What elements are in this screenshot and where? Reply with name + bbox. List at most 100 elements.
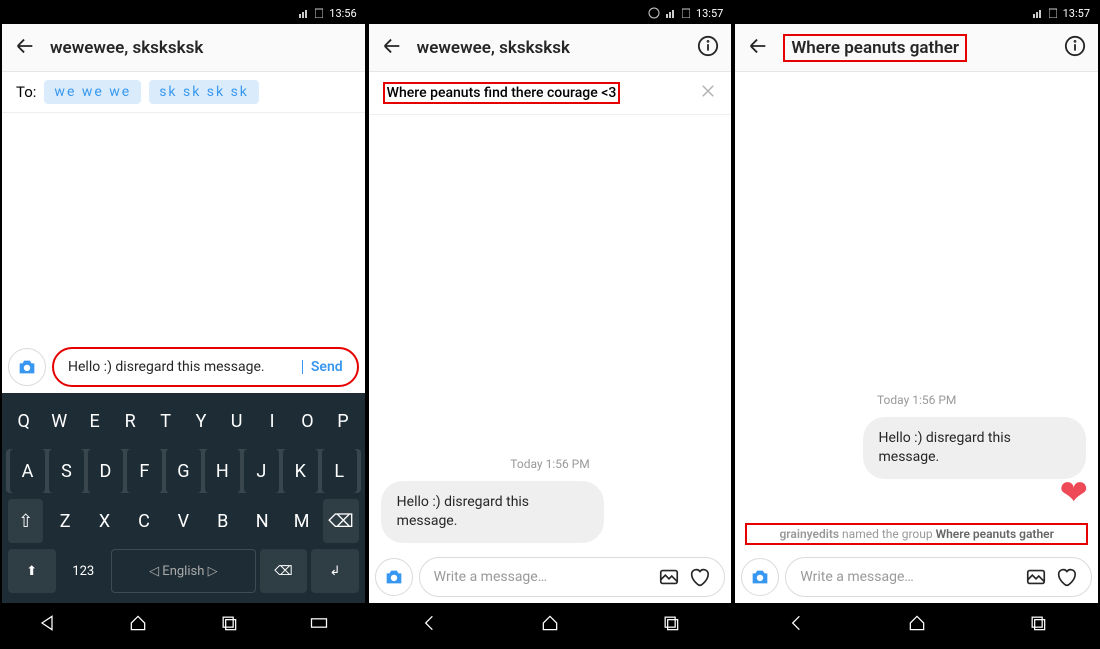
- app-header: wewewee, sksksksk: [2, 24, 365, 72]
- recipient-chip[interactable]: we we we: [44, 80, 141, 104]
- chat-body: Today 1:56 PM Hello :) disregard this me…: [735, 72, 1098, 551]
- backspace-key[interactable]: ⌫: [323, 499, 358, 543]
- camera-button[interactable]: [375, 558, 413, 596]
- compose-bar: Write a message…: [735, 551, 1098, 603]
- key[interactable]: C: [126, 499, 161, 543]
- battery-icon: [1049, 8, 1057, 18]
- message-input[interactable]: Write a message…: [785, 557, 1092, 597]
- key[interactable]: T: [150, 399, 181, 443]
- camera-icon: [16, 356, 38, 378]
- message-bubble[interactable]: Hello :) disregard this message.: [381, 481, 605, 543]
- nav-recent-button[interactable]: [219, 613, 239, 637]
- key[interactable]: R: [114, 399, 145, 443]
- key[interactable]: G: [166, 449, 201, 493]
- status-bar: 13:57: [369, 2, 732, 24]
- key[interactable]: D: [88, 449, 123, 493]
- signal-icon: [666, 8, 676, 18]
- system-group-name: Where peanuts gather: [936, 527, 1054, 541]
- input-placeholder: Write a message…: [434, 569, 547, 585]
- battery-icon: [315, 8, 323, 18]
- compose-bar: Write a message…: [369, 551, 732, 603]
- clock: 13:56: [329, 7, 356, 20]
- key[interactable]: Z: [47, 499, 82, 543]
- gallery-button[interactable]: [658, 566, 680, 588]
- numeric-key[interactable]: 123: [60, 549, 108, 593]
- battery-icon: [682, 8, 690, 18]
- like-button[interactable]: [1055, 566, 1077, 588]
- info-button[interactable]: [697, 35, 719, 61]
- nav-keyboard-button[interactable]: [309, 613, 329, 637]
- nav-home-button[interactable]: [540, 613, 560, 637]
- enter-key[interactable]: ↲: [311, 549, 359, 593]
- system-user: grainyedits: [779, 527, 839, 541]
- message-bubble[interactable]: Hello :) disregard this message.: [863, 417, 1087, 479]
- clock: 13:57: [696, 7, 723, 20]
- virtual-keyboard[interactable]: Q W E R T Y U I O P A S D F G H J K L: [2, 393, 365, 603]
- camera-button[interactable]: [8, 348, 46, 386]
- backspace-key[interactable]: ⌫: [260, 549, 308, 593]
- key[interactable]: M: [284, 499, 319, 543]
- key[interactable]: E: [79, 399, 110, 443]
- screen-compose: 13:56 wewewee, sksksksk To: we we we sk …: [0, 0, 367, 649]
- spacebar[interactable]: ◁ English ▷: [111, 549, 256, 593]
- heart-reaction-icon[interactable]: ❤: [1060, 473, 1089, 513]
- chat-body-empty: [2, 113, 365, 341]
- screen-name-group: 13:57 wewewee, sksksksk Where peanuts fi…: [367, 0, 734, 649]
- key[interactable]: B: [205, 499, 240, 543]
- key[interactable]: Y: [185, 399, 216, 443]
- header-title: Where peanuts gather: [783, 34, 967, 62]
- to-label: To:: [16, 83, 36, 101]
- key[interactable]: N: [244, 499, 279, 543]
- back-button[interactable]: [14, 35, 36, 61]
- key[interactable]: I: [256, 399, 287, 443]
- message-input[interactable]: Write a message…: [419, 557, 726, 597]
- nav-recent-button[interactable]: [661, 613, 681, 637]
- like-button[interactable]: [688, 566, 710, 588]
- app-header: wewewee, sksksksk: [369, 24, 732, 72]
- typed-text: Hello :) disregard this message.: [68, 359, 292, 375]
- signal-icon: [1033, 8, 1043, 18]
- nav-back-button[interactable]: [419, 613, 439, 637]
- key[interactable]: Q: [8, 399, 39, 443]
- send-button[interactable]: Send: [311, 359, 343, 375]
- timestamp: Today 1:56 PM: [369, 447, 732, 481]
- group-name-input[interactable]: Where peanuts find there courage <3: [383, 82, 621, 104]
- camera-icon: [749, 566, 771, 588]
- recipient-chip[interactable]: sk sk sk sk: [149, 80, 259, 104]
- nav-back-button[interactable]: [37, 613, 57, 637]
- status-bar: 13:57: [735, 2, 1098, 24]
- key[interactable]: L: [322, 449, 357, 493]
- nav-home-button[interactable]: [907, 613, 927, 637]
- gallery-button[interactable]: [1025, 566, 1047, 588]
- key[interactable]: K: [283, 449, 318, 493]
- nav-recent-button[interactable]: [1028, 613, 1048, 637]
- clear-name-button[interactable]: [699, 82, 717, 104]
- group-name-input-row: Where peanuts find there courage <3: [369, 72, 732, 115]
- chat-body: Today 1:56 PM Hello :) disregard this me…: [369, 115, 732, 551]
- key[interactable]: U: [221, 399, 252, 443]
- key[interactable]: O: [292, 399, 323, 443]
- camera-icon: [383, 566, 405, 588]
- alarm-icon: [648, 7, 660, 19]
- header-title: wewewee, sksksksk: [417, 38, 684, 58]
- info-button[interactable]: [1064, 35, 1086, 61]
- key[interactable]: H: [205, 449, 240, 493]
- timestamp: Today 1:56 PM: [735, 383, 1098, 417]
- key[interactable]: S: [49, 449, 84, 493]
- back-button[interactable]: [381, 35, 403, 61]
- nav-home-button[interactable]: [128, 613, 148, 637]
- shift-key[interactable]: ⇧: [8, 499, 43, 543]
- key[interactable]: J: [244, 449, 279, 493]
- shift-key[interactable]: ⬆: [8, 549, 56, 593]
- key[interactable]: V: [166, 499, 201, 543]
- key[interactable]: P: [327, 399, 358, 443]
- key[interactable]: X: [87, 499, 122, 543]
- compose-bar: Hello :) disregard this message. Send: [2, 341, 365, 393]
- key[interactable]: F: [127, 449, 162, 493]
- nav-back-button[interactable]: [786, 613, 806, 637]
- back-button[interactable]: [747, 35, 769, 61]
- message-input[interactable]: Hello :) disregard this message. Send: [52, 347, 359, 387]
- camera-button[interactable]: [741, 558, 779, 596]
- key[interactable]: W: [43, 399, 74, 443]
- key[interactable]: A: [10, 449, 45, 493]
